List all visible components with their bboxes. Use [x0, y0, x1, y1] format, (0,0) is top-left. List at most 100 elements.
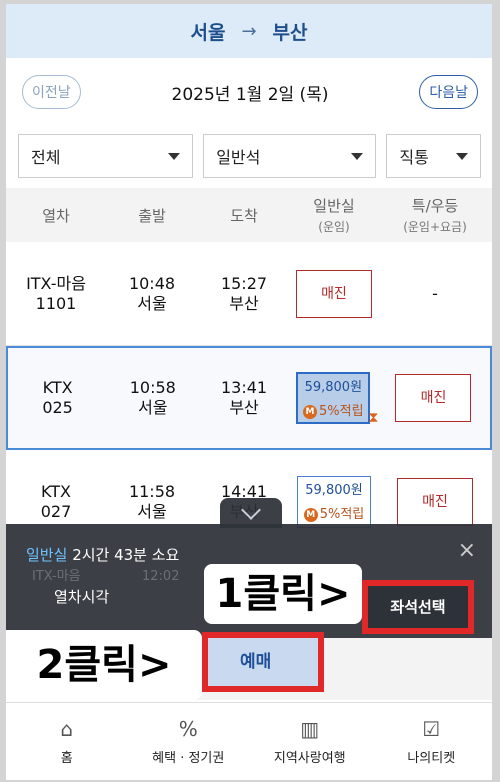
mileage-coin-icon: M	[303, 507, 318, 522]
col-general-label: 일반실	[313, 197, 355, 215]
soldout-badge: 매진	[397, 477, 473, 526]
departure-cell: 11:58 서울	[106, 482, 198, 522]
route-header: 서울 → 부산	[6, 4, 492, 58]
soldout-badge: 매진	[296, 269, 372, 318]
col-special-label: 특/우등	[411, 197, 459, 215]
annotation-click-2: 2클릭>	[6, 630, 202, 700]
col-train: 열차	[42, 206, 70, 225]
prev-day-button[interactable]: 이전날	[22, 75, 81, 109]
seat-type-value: 일반석	[216, 148, 261, 167]
reserve-button[interactable]: 예매	[202, 632, 324, 692]
arrival-time: 15:27	[220, 273, 268, 293]
annotation-click-1: 1클릭>	[204, 564, 362, 624]
home-icon: ⌂	[60, 717, 74, 741]
departure-time: 10:48	[128, 273, 176, 293]
next-day-button[interactable]: 다음날	[419, 75, 478, 109]
departure-time: 10:58	[129, 378, 176, 397]
nav-label: 지역사랑여행	[273, 751, 346, 766]
chevron-down-icon	[456, 152, 468, 160]
general-cell: 59,800원 M 5%적립 ⧗	[290, 372, 378, 426]
train-type-value: 전체	[31, 148, 61, 167]
col-general: 일반실 (운임)	[290, 195, 378, 235]
arrival-cell: 15:27 부산	[198, 274, 290, 314]
train-name: KTX 025	[8, 378, 107, 418]
app-screen: 서울 → 부산 이전날 2025년 1월 2일 (목) 다음날 전체 일반석 직…	[6, 4, 492, 780]
points-badge: M 5%적립	[298, 402, 368, 422]
train-row-selected[interactable]: KTX 025 10:58 서울 13:41 부산 59,800원 M 5%적립…	[6, 346, 492, 450]
arrival-station-cell: 부산	[229, 293, 259, 313]
nav-local-travel[interactable]: ▥ 지역사랑여행	[249, 703, 371, 780]
discount-badge-icon: %	[178, 717, 198, 741]
train-type-text: KTX	[41, 481, 71, 501]
departure-time: 11:58	[128, 481, 176, 501]
departure-station: 서울	[190, 21, 226, 44]
nav-benefits[interactable]: % 혜택 · 정기권	[128, 703, 250, 780]
nav-my-tickets[interactable]: ☑ 나의티켓	[371, 703, 493, 780]
nav-label: 홈	[60, 751, 73, 766]
mileage-coin-icon: M	[303, 405, 318, 419]
fare-price: 59,800원	[304, 380, 363, 395]
departure-station-cell: 서울	[138, 398, 168, 417]
bottom-nav: ⌂ 홈 % 혜택 · 정기권 ▥ 지역사랑여행 ☑ 나의티켓	[6, 702, 492, 780]
special-cell: 매진	[377, 374, 490, 422]
general-fare-button[interactable]: 59,800원 M 5%적립 ⧗	[296, 372, 378, 426]
sheet-info: 일반실 2시간 43분 소요	[26, 544, 179, 565]
col-special-sub: (운임+요금)	[403, 220, 467, 234]
seat-class-label: 일반실	[26, 546, 68, 564]
train-name: KTX 027	[6, 482, 106, 522]
chevron-down-icon	[241, 500, 261, 520]
travel-date: 2025년 1월 2일 (목)	[171, 84, 329, 105]
arrival-cell: 13:41 부산	[198, 378, 289, 418]
general-fare-button[interactable]: 59,800원 M 5%적립	[297, 475, 371, 528]
route-type-value: 직통	[399, 148, 429, 167]
train-number: 027	[40, 501, 72, 521]
table-header: 열차 출발 도착 일반실 (운임) 특/우등 (운임+요금)	[6, 188, 492, 242]
luggage-icon: ▥	[300, 717, 320, 741]
train-number: 1101	[35, 293, 77, 313]
soldout-badge: 매진	[395, 374, 472, 422]
ticket-icon: ☑	[422, 717, 441, 741]
seat-select-button[interactable]: 좌석선택	[362, 580, 474, 634]
seat-type-select[interactable]: 일반석	[203, 134, 377, 178]
arrow-right-icon: →	[241, 20, 257, 42]
special-cell: 매진	[378, 477, 492, 526]
train-time-button[interactable]: 열차시각	[54, 586, 109, 607]
nav-label: 혜택 · 정기권	[152, 751, 225, 766]
special-cell: -	[432, 283, 438, 303]
nav-home[interactable]: ⌂ 홈	[6, 703, 128, 780]
col-special: 특/우등 (운임+요금)	[378, 195, 492, 235]
nav-label: 나의티켓	[407, 751, 456, 766]
chevron-down-icon	[351, 152, 364, 160]
travel-duration: 2시간 43분 소요	[72, 546, 180, 564]
departure-station-cell: 서울	[137, 501, 167, 521]
points-text: 5%적립	[319, 404, 364, 419]
departure-station-cell: 서울	[137, 293, 167, 313]
departure-cell: 10:58 서울	[107, 378, 198, 418]
train-type-text: KTX	[42, 378, 73, 397]
col-depart: 출발	[138, 206, 166, 225]
col-arrive: 도착	[230, 206, 258, 225]
ghost-train-time: 12:02	[142, 569, 180, 584]
points-text: 5%적립	[319, 506, 365, 522]
hourglass-icon: ⧗	[368, 410, 379, 426]
chevron-down-icon	[168, 152, 181, 160]
arrival-time: 13:41	[220, 378, 268, 397]
train-name: ITX-마음 1101	[6, 274, 106, 314]
col-general-sub: (운임)	[318, 220, 350, 234]
arrival-station-cell: 부산	[229, 398, 259, 417]
train-row[interactable]: ITX-마음 1101 10:48 서울 15:27 부산 매진 -	[6, 242, 492, 346]
general-cell: 59,800원 M 5%적립	[290, 475, 378, 528]
filter-bar: 전체 일반석 직통	[6, 126, 492, 188]
train-type-select[interactable]: 전체	[18, 134, 194, 178]
close-icon[interactable]: ×	[458, 538, 476, 563]
ghost-train-name: ITX-마음	[32, 569, 81, 584]
date-bar: 이전날 2025년 1월 2일 (목) 다음날	[6, 58, 492, 126]
route-type-select[interactable]: 직통	[386, 134, 481, 178]
train-type-text: ITX-마음	[26, 273, 86, 293]
points-badge: M 5%적립	[298, 505, 370, 525]
train-number: 025	[42, 398, 73, 417]
general-cell: 매진	[290, 269, 378, 318]
arrival-station: 부산	[272, 21, 308, 44]
departure-cell: 10:48 서울	[106, 274, 198, 314]
fare-price: 59,800원	[305, 482, 363, 498]
